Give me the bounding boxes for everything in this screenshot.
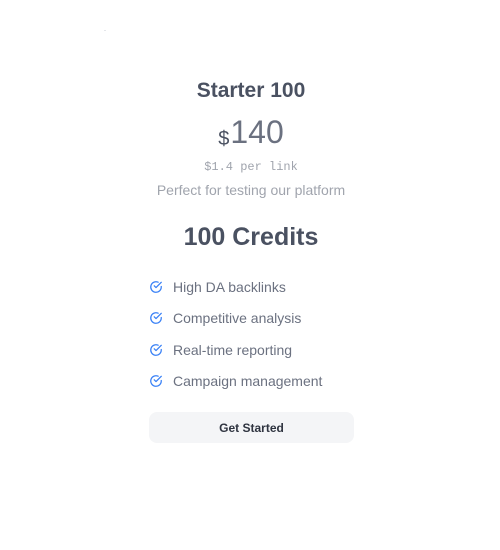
pricing-card: Starter 100 $140 $1.4 per link Perfect f… xyxy=(0,0,500,550)
feature-label: High DA backlinks xyxy=(173,278,286,295)
credits-count: 100 Credits xyxy=(183,223,319,251)
check-circle-icon xyxy=(149,374,163,388)
feature-label: Real-time reporting xyxy=(173,341,293,358)
feature-item: Campaign management xyxy=(149,366,322,398)
price-per-link: $1.4 per link xyxy=(204,160,298,174)
plan-tagline: Perfect for testing our platform xyxy=(156,182,346,198)
check-circle-icon xyxy=(149,280,163,294)
price: $140 xyxy=(0,116,500,149)
feature-item: Real-time reporting xyxy=(149,334,322,366)
feature-item: Competitive analysis xyxy=(149,303,322,335)
currency-symbol: $ xyxy=(218,128,230,150)
decorative-dot xyxy=(104,30,106,31)
price-amount: 140 xyxy=(230,114,284,150)
feature-item: High DA backlinks xyxy=(149,271,322,303)
feature-list: High DA backlinks Competitive analysis R… xyxy=(149,271,322,397)
feature-label: Competitive analysis xyxy=(173,310,302,327)
feature-label: Campaign management xyxy=(173,373,323,390)
get-started-button[interactable]: Get Started xyxy=(149,412,354,443)
plan-name: Starter 100 xyxy=(196,79,306,102)
check-circle-icon xyxy=(149,311,163,325)
check-circle-icon xyxy=(149,343,163,357)
